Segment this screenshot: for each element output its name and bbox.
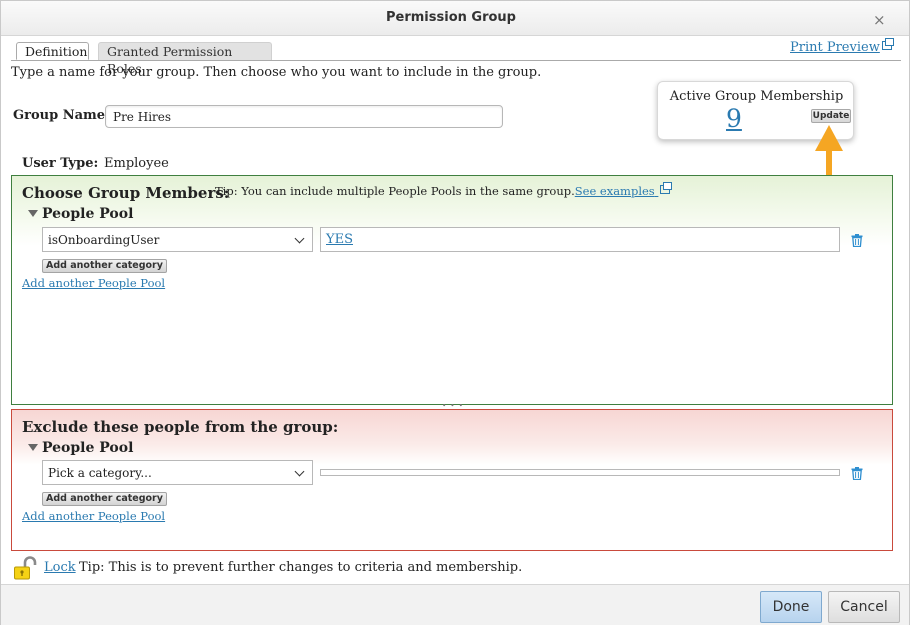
include-category-select[interactable]: isOnboardingUser: [42, 227, 313, 252]
include-members-section: Choose Group Members: Tip: You can inclu…: [11, 175, 893, 405]
instructions-text: Type a name for your group. Then choose …: [11, 65, 542, 80]
exclude-section-title: Exclude these people from the group:: [22, 418, 339, 436]
include-pool-label: People Pool: [42, 206, 134, 222]
include-value-field[interactable]: YES: [320, 227, 840, 252]
print-preview-label: Print Preview: [790, 40, 880, 55]
exclude-add-category-button[interactable]: Add another category: [42, 492, 167, 506]
include-people-pool-title[interactable]: People Pool: [28, 206, 133, 222]
exclude-people-pool-title[interactable]: People Pool: [28, 440, 133, 456]
exclude-category-value: Pick a category...: [48, 466, 152, 480]
done-button[interactable]: Done: [760, 591, 822, 623]
tab-definition[interactable]: Definition: [16, 42, 89, 60]
title-bar: Permission Group ×: [1, 1, 909, 36]
close-icon[interactable]: ×: [873, 11, 886, 29]
membership-count[interactable]: 9: [726, 104, 742, 133]
group-name-input[interactable]: [105, 105, 503, 128]
collapse-triangle-icon[interactable]: [28, 210, 38, 217]
cancel-button[interactable]: Cancel: [828, 591, 900, 623]
membership-title: Active Group Membership: [669, 89, 844, 104]
exclude-members-section: Exclude these people from the group: Peo…: [11, 409, 893, 551]
trash-icon[interactable]: [851, 234, 863, 247]
exclude-add-people-pool-link[interactable]: Add another People Pool: [22, 509, 165, 523]
chevron-down-icon: [294, 466, 305, 477]
see-examples-label: See examples: [574, 184, 655, 198]
dialog-title: Permission Group: [386, 10, 516, 25]
print-preview-link[interactable]: Print Preview: [790, 38, 894, 55]
group-name-label: Group Name:: [13, 108, 110, 123]
include-add-category-button[interactable]: Add another category: [42, 259, 167, 273]
include-tip-text: Tip: You can include multiple People Poo…: [215, 184, 575, 198]
trash-icon[interactable]: [851, 467, 863, 480]
include-tip: Tip: You can include multiple People Poo…: [215, 182, 673, 198]
lock-tip: Tip: This is to prevent further changes …: [79, 560, 523, 575]
tab-granted-permission-roles[interactable]: Granted Permission Roles: [98, 42, 272, 76]
see-examples-link[interactable]: See examples: [574, 182, 673, 198]
include-value-link[interactable]: YES: [326, 232, 353, 247]
collapse-triangle-icon[interactable]: [28, 444, 38, 451]
external-link-icon: [881, 38, 894, 50]
include-category-value: isOnboardingUser: [48, 233, 160, 247]
update-button[interactable]: Update: [811, 109, 851, 123]
tab-divider: [11, 60, 901, 61]
exclude-value-field[interactable]: [320, 469, 840, 476]
permission-group-dialog: Permission Group × Definition Granted Pe…: [0, 0, 910, 625]
exclude-category-select[interactable]: Pick a category...: [42, 460, 313, 485]
external-link-icon: [660, 182, 673, 194]
user-type-value: Employee: [104, 156, 169, 171]
user-type-label: User Type:: [22, 156, 99, 171]
include-section-title: Choose Group Members:: [22, 184, 230, 202]
exclude-pool-label: People Pool: [42, 440, 134, 456]
lock-link[interactable]: Lock: [44, 560, 76, 575]
chevron-down-icon: [294, 233, 305, 244]
include-add-people-pool-link[interactable]: Add another People Pool: [22, 276, 165, 290]
lock-icon[interactable]: [13, 556, 37, 580]
